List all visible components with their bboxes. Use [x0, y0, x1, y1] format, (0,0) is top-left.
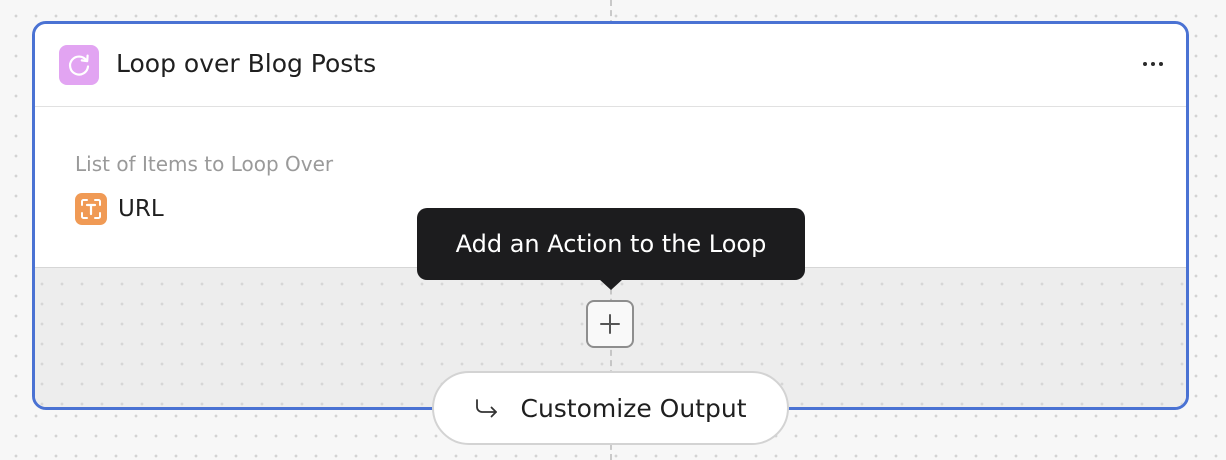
loop-icon [59, 45, 99, 85]
field-value[interactable]: URL [75, 193, 164, 225]
node-header: Loop over Blog Posts [35, 24, 1186, 107]
field-value-text: URL [118, 196, 164, 222]
more-horizontal-icon [1143, 62, 1147, 66]
add-action-button[interactable] [586, 300, 634, 348]
customize-output-label: Customize Output [520, 393, 747, 423]
customize-output-button[interactable]: Customize Output [432, 371, 789, 445]
node-title: Loop over Blog Posts [116, 49, 377, 78]
field-label: List of Items to Loop Over [75, 152, 334, 176]
plus-icon [600, 314, 620, 334]
more-options-button[interactable] [1138, 52, 1168, 76]
arrow-turn-down-right-icon [476, 399, 498, 418]
text-variable-icon [75, 193, 107, 225]
tooltip-arrow [599, 279, 623, 290]
add-action-tooltip: Add an Action to the Loop [417, 208, 805, 280]
